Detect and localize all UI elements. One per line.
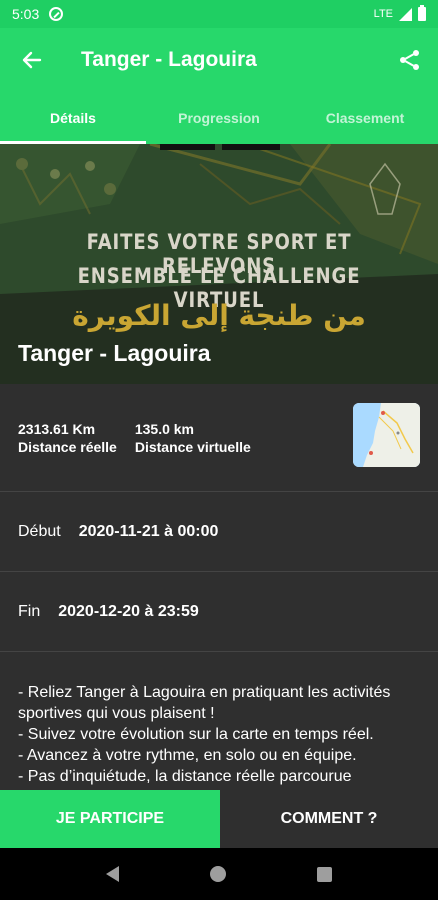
description-line: - Suivez votre évolution sur la carte en…	[18, 726, 374, 743]
status-time: 5:03	[12, 6, 40, 22]
virtual-distance-stat: 135.0 km Distance virtuelle	[135, 420, 251, 456]
end-date-label: Fin	[18, 602, 41, 620]
challenge-description: - Reliez Tanger à Lagouira en pratiquant…	[0, 652, 438, 792]
start-date-row: Début 2020-11-21 à 00:00	[0, 492, 438, 572]
end-date-value: 2020-12-20 à 23:59	[58, 602, 199, 620]
tab-bar: Détails Progression Classement	[0, 92, 438, 144]
description-line: - Reliez Tanger à Lagouira en pratiquant…	[18, 684, 391, 722]
virtual-distance-label: Distance virtuelle	[134, 438, 251, 455]
map-thumbnail[interactable]	[353, 403, 420, 467]
real-distance-stat: 2313.61 Km Distance réelle	[18, 420, 117, 456]
hero-arabic-text: من طنجة إلى الكويرة	[72, 299, 366, 332]
description-line: - Avancez à votre rythme, en solo ou en …	[18, 747, 357, 764]
battery-icon	[418, 5, 426, 21]
network-type: LTE	[373, 8, 393, 20]
do-not-disturb-icon	[49, 7, 64, 21]
bottom-actions: JE PARTICIPE COMMENT ?	[0, 790, 438, 848]
distance-card: 2313.61 Km Distance réelle 135.0 km Dist…	[0, 384, 438, 492]
map-thumbnail-svg	[353, 403, 420, 467]
end-date-row: Fin 2020-12-20 à 23:59	[0, 572, 438, 652]
tab-classement[interactable]: Classement	[292, 92, 438, 144]
description-line: - Pas d’inquiétude, la distance réelle p…	[18, 768, 352, 785]
app-bar: Tanger - Lagouira	[0, 28, 438, 92]
status-left: 5:03	[12, 6, 374, 22]
real-distance-label: Distance réelle	[18, 438, 117, 455]
tab-details[interactable]: Détails	[0, 92, 146, 144]
real-distance-value: 2313.61 Km	[18, 420, 96, 437]
nav-recents-icon[interactable]	[317, 866, 333, 882]
signal-icon	[399, 7, 412, 21]
page-title: Tanger - Lagouira	[81, 48, 257, 71]
status-bar: 5:03 LTE	[0, 0, 438, 28]
hero-banner: FAITES VOTRE SPORT ET RELEVONS ENSEMBLE …	[0, 144, 438, 384]
nav-home-icon[interactable]	[209, 866, 226, 882]
back-arrow-icon[interactable]	[0, 28, 64, 92]
start-date-value: 2020-11-21 à 00:00	[78, 522, 219, 540]
challenge-title: Tanger - Lagouira	[18, 340, 211, 366]
nav-back-icon[interactable]	[105, 866, 119, 882]
start-date-label: Début	[18, 522, 61, 540]
how-it-works-button[interactable]: COMMENT ?	[220, 790, 438, 848]
system-nav-bar	[0, 848, 438, 900]
back-arrow-svg	[22, 51, 42, 69]
share-svg	[400, 50, 419, 70]
tab-progression[interactable]: Progression	[146, 92, 292, 144]
status-right: LTE	[373, 5, 426, 21]
virtual-distance-value: 135.0 km	[134, 420, 195, 437]
share-icon[interactable]	[382, 28, 438, 92]
participate-button[interactable]: JE PARTICIPE	[0, 790, 220, 848]
